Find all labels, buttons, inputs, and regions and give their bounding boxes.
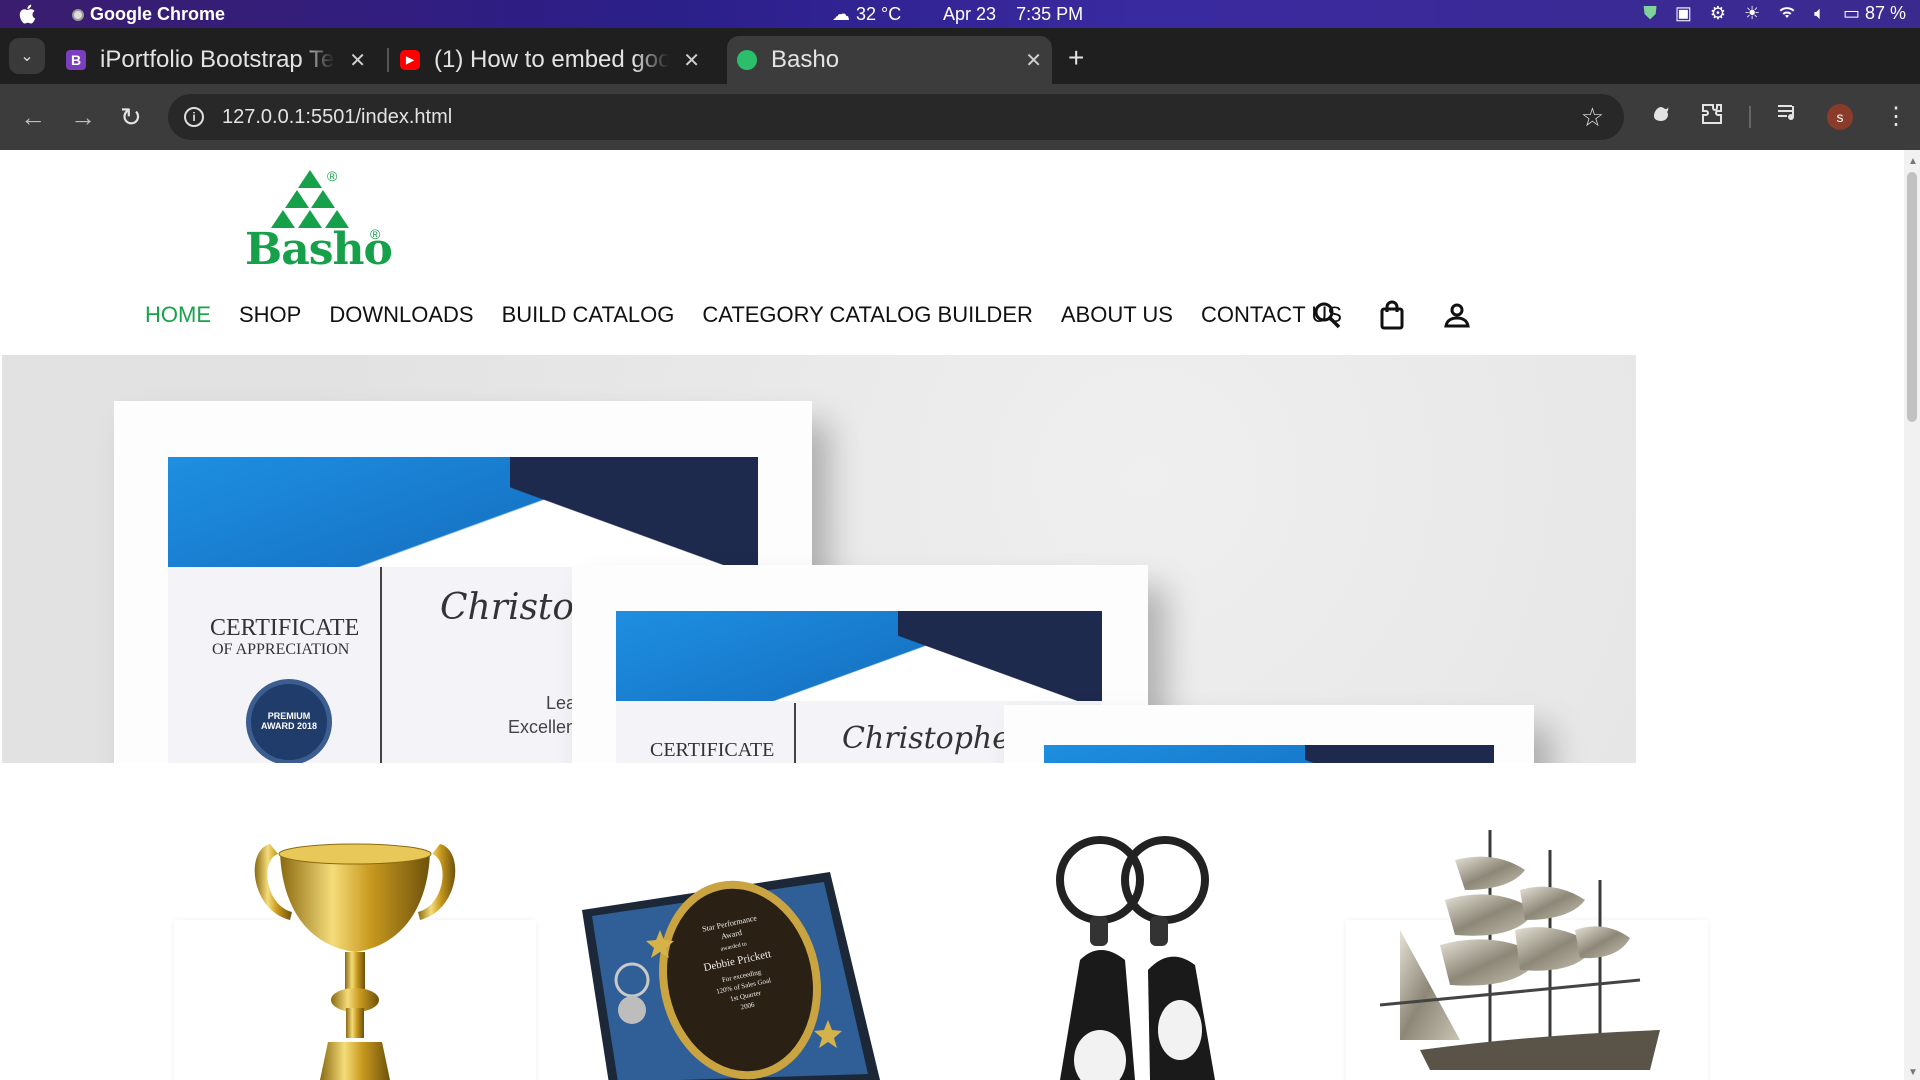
battery-indicator[interactable]: ▭ 87 % bbox=[1843, 3, 1906, 24]
back-arrow-icon[interactable]: ← bbox=[20, 102, 46, 133]
nav-shop[interactable]: SHOP bbox=[239, 302, 301, 328]
system-tray: ⛊ ▣ ⚙ ☀ 🔈︎ ▭ 87 % bbox=[1643, 3, 1906, 24]
kebab-menu-icon[interactable]: ⋮ bbox=[1884, 102, 1908, 131]
close-tab-icon[interactable]: ✕ bbox=[349, 48, 366, 73]
tab-iportfolio[interactable]: B iPortfolio Bootstrap Template ✕ bbox=[66, 36, 376, 84]
nav-home[interactable]: HOME bbox=[145, 302, 211, 328]
apple-icon[interactable] bbox=[18, 3, 38, 25]
forward-arrow-icon[interactable]: → bbox=[70, 102, 96, 133]
bookmark-star-icon[interactable]: ☆ bbox=[1581, 102, 1604, 133]
tab-search-button[interactable]: ⌄ bbox=[9, 38, 45, 74]
certificate-divider bbox=[380, 567, 382, 763]
date-label: Apr 23 bbox=[943, 4, 997, 24]
scrollbar-thumb[interactable] bbox=[1907, 172, 1917, 422]
certificate-title: CERTIFICATE bbox=[210, 615, 360, 641]
user-account-icon[interactable] bbox=[1443, 301, 1471, 334]
tab-basho[interactable]: Basho ✕ bbox=[727, 36, 1052, 84]
certificate-title: CERTIFICATE bbox=[650, 739, 775, 761]
bootstrap-favicon-icon: B bbox=[66, 50, 86, 70]
certificate-divider bbox=[794, 703, 796, 763]
browser-tab-strip: ⌄ B iPortfolio Bootstrap Template ✕ ▶ (1… bbox=[0, 28, 1920, 84]
chevron-down-icon: ⌄ bbox=[20, 48, 34, 65]
premium-award-seal: PREMIUM AWARD 2018 bbox=[246, 679, 332, 763]
volume-icon[interactable]: 🔈︎ bbox=[1814, 3, 1825, 24]
youtube-favicon-icon: ▶ bbox=[400, 50, 420, 70]
shield-icon[interactable]: ⛊ bbox=[1643, 3, 1657, 24]
tab-title: (1) How to embed google maps bbox=[434, 46, 669, 73]
nav-icons bbox=[1313, 300, 1471, 335]
certificate-navy-band bbox=[897, 611, 1102, 701]
main-nav: HOME SHOP DOWNLOADS BUILD CATALOG CATEGO… bbox=[145, 302, 1342, 328]
date-time[interactable]: Apr 23 7:35 PM bbox=[943, 4, 1083, 25]
close-tab-icon[interactable]: ✕ bbox=[1025, 48, 1042, 73]
shopping-bag-icon[interactable] bbox=[1379, 300, 1405, 335]
site-info-icon[interactable]: i bbox=[184, 107, 204, 127]
certificate-navy-band bbox=[510, 457, 758, 567]
certificate bbox=[1044, 745, 1494, 763]
extension-puzzle-icon-dark[interactable] bbox=[1650, 102, 1672, 131]
tab-title: iPortfolio Bootstrap Template bbox=[100, 46, 335, 73]
time-label: 7:35 PM bbox=[1016, 4, 1084, 24]
scroll-up-arrow-icon[interactable]: ▲ bbox=[1908, 156, 1918, 167]
certificate-navy-band bbox=[1305, 745, 1494, 763]
trophy-cup-image[interactable] bbox=[240, 820, 470, 1080]
tab-separator bbox=[387, 48, 389, 72]
address-bar[interactable]: i 127.0.0.1:5501/index.html ☆ bbox=[168, 94, 1624, 140]
page-scrollbar[interactable]: ▲ ▼ bbox=[1904, 150, 1920, 1080]
plus-icon: + bbox=[1068, 42, 1085, 73]
battery-label: 87 % bbox=[1864, 3, 1906, 23]
brightness-icon[interactable]: ☀ bbox=[1744, 3, 1760, 24]
reload-icon[interactable]: ↻ bbox=[120, 102, 142, 133]
metal-ship-model-image[interactable] bbox=[1360, 820, 1690, 1080]
registered-mark: ® bbox=[327, 168, 338, 184]
cloud-icon: ☁ bbox=[832, 4, 850, 24]
active-app-name[interactable]: Google Chrome bbox=[72, 4, 225, 25]
nav-build-catalog[interactable]: BUILD CATALOG bbox=[502, 302, 675, 328]
toolbar-divider bbox=[1749, 106, 1751, 128]
certificate-line: Excellen bbox=[508, 717, 577, 737]
nav-category-catalog-builder[interactable]: CATEGORY CATALOG BUILDER bbox=[702, 302, 1032, 328]
tab-youtube[interactable]: ▶ (1) How to embed google maps ✕ bbox=[400, 36, 710, 84]
browser-toolbar: ← → ↻ i 127.0.0.1:5501/index.html ☆ s ⋮ bbox=[0, 84, 1920, 150]
media-controls-icon[interactable] bbox=[1776, 102, 1800, 131]
wifi-icon[interactable] bbox=[1778, 3, 1796, 24]
registered-mark: ® bbox=[370, 226, 381, 242]
extensions-icon[interactable] bbox=[1700, 102, 1724, 133]
basho-logo[interactable]: ® Basho ® bbox=[243, 168, 393, 278]
temperature-label: 32 °C bbox=[856, 4, 902, 24]
os-top-bar: Google Chrome ☁ 32 °C Apr 23 7:35 PM ⛊ ▣… bbox=[0, 0, 1920, 28]
nav-downloads[interactable]: DOWNLOADS bbox=[329, 302, 473, 328]
hero-banner: CERTIFICATE OF APPRECIATION Christophe P… bbox=[2, 355, 1636, 763]
close-tab-icon[interactable]: ✕ bbox=[683, 48, 700, 73]
app-name-label: Google Chrome bbox=[90, 4, 226, 24]
basho-favicon-icon bbox=[737, 50, 757, 70]
nav-about-us[interactable]: ABOUT US bbox=[1061, 302, 1173, 328]
certificate-frame bbox=[1004, 705, 1534, 763]
certificate-subtitle: OF APPRECIATION bbox=[212, 641, 350, 658]
tab-title: Basho bbox=[771, 46, 840, 73]
triangle-logo-icon bbox=[271, 170, 349, 228]
weather-indicator[interactable]: ☁ 32 °C bbox=[832, 4, 901, 25]
page-viewport: ® Basho ® HOME SHOP DOWNLOADS BUILD CATA… bbox=[0, 150, 1904, 1080]
crystal-award-plaque-image[interactable]: Star Performance Award awarded to Debbie… bbox=[580, 870, 880, 1080]
battery-icon: ▭ bbox=[1842, 3, 1860, 23]
window-icon[interactable]: ▣ bbox=[1675, 3, 1692, 24]
product-showcase: Star Performance Award awarded to Debbie… bbox=[0, 810, 1904, 1080]
url-text[interactable]: 127.0.0.1:5501/index.html bbox=[222, 106, 452, 129]
scroll-down-arrow-icon[interactable]: ▼ bbox=[1908, 1067, 1918, 1078]
search-icon[interactable] bbox=[1313, 301, 1341, 334]
profile-avatar[interactable]: s bbox=[1827, 104, 1853, 130]
chrome-app-icon bbox=[72, 8, 84, 21]
keychains-image[interactable] bbox=[1030, 830, 1250, 1080]
new-tab-button[interactable]: + bbox=[1068, 42, 1084, 74]
gear-icon[interactable]: ⚙ bbox=[1710, 3, 1726, 24]
